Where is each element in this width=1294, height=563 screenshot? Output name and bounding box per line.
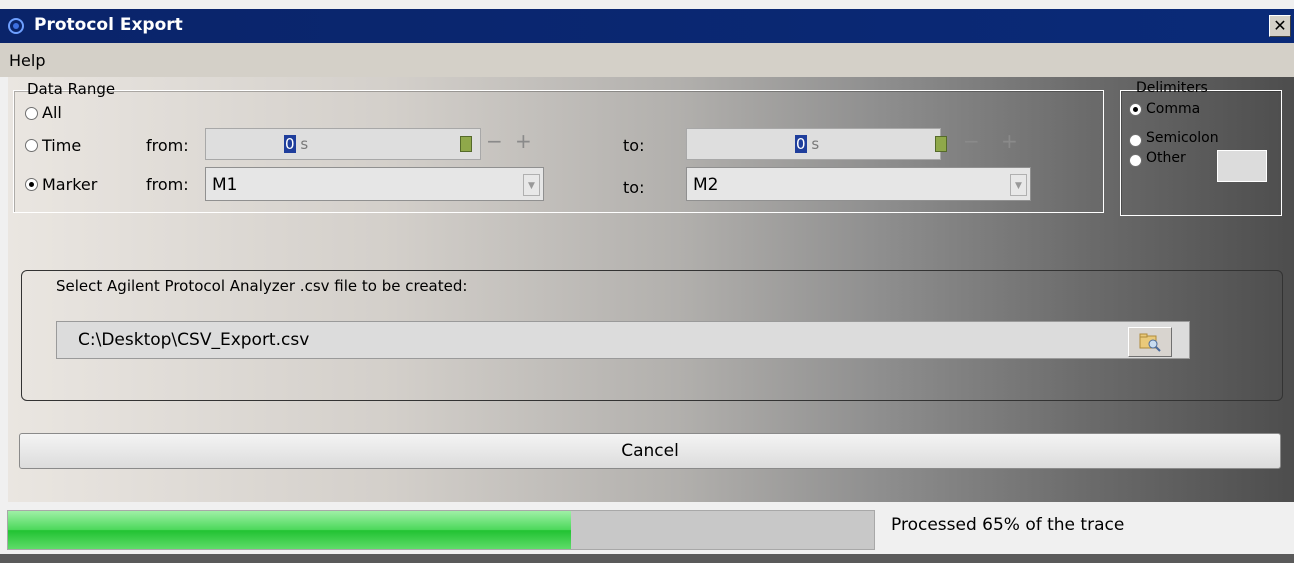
radio-comma-label: Comma bbox=[1146, 101, 1201, 117]
marker-from-value: M1 bbox=[212, 175, 238, 195]
progress-fill bbox=[8, 511, 571, 549]
radio-all-label: All bbox=[42, 103, 62, 122]
time-to-calculator-icon[interactable] bbox=[935, 136, 947, 152]
time-to-unit: s bbox=[811, 135, 820, 153]
time-from-label: from: bbox=[146, 136, 189, 155]
radio-time-label: Time bbox=[42, 136, 82, 155]
chevron-down-icon[interactable]: ▼ bbox=[1010, 174, 1027, 196]
title-bar: Protocol Export ✕ bbox=[0, 9, 1294, 43]
radio-semicolon-label: Semicolon bbox=[1146, 130, 1219, 146]
browse-button[interactable] bbox=[1128, 327, 1172, 357]
close-button[interactable]: ✕ bbox=[1269, 15, 1291, 37]
progress-bar bbox=[7, 510, 875, 550]
close-icon: ✕ bbox=[1273, 16, 1287, 35]
radio-other[interactable] bbox=[1129, 154, 1142, 167]
radio-other-label: Other bbox=[1146, 150, 1186, 166]
time-from-plus-icon[interactable]: + bbox=[515, 129, 532, 153]
time-from-unit: s bbox=[300, 135, 309, 153]
radio-comma[interactable] bbox=[1129, 103, 1142, 116]
radio-marker[interactable] bbox=[25, 178, 38, 191]
chevron-down-icon[interactable]: ▼ bbox=[523, 174, 540, 196]
status-bar: Processed 65% of the trace bbox=[0, 502, 1294, 554]
menu-help[interactable]: Help bbox=[9, 51, 45, 70]
status-text: Processed 65% of the trace bbox=[891, 515, 1125, 535]
window-title: Protocol Export bbox=[34, 15, 183, 35]
window-bottom-edge bbox=[0, 554, 1294, 563]
marker-to-select[interactable]: M2 ▼ bbox=[686, 167, 1031, 201]
marker-from-select[interactable]: M1 ▼ bbox=[205, 167, 544, 201]
file-path-value: C:\Desktop\CSV_Export.csv bbox=[78, 330, 310, 350]
radio-marker-label: Marker bbox=[42, 175, 98, 194]
file-path-input[interactable]: C:\Desktop\CSV_Export.csv bbox=[56, 321, 1190, 359]
radio-semicolon[interactable] bbox=[1129, 134, 1142, 147]
delimiters-legend: Delimiters bbox=[1136, 80, 1208, 96]
app-icon bbox=[8, 18, 24, 34]
time-to-value: 0 bbox=[795, 135, 807, 153]
dialog-content: Data Range All Time from: 0 s − + to: 0 … bbox=[8, 77, 1294, 502]
marker-to-value: M2 bbox=[693, 175, 719, 195]
time-from-calculator-icon[interactable] bbox=[460, 136, 472, 152]
time-from-minus-icon[interactable]: − bbox=[486, 129, 503, 153]
time-to-plus-icon[interactable]: + bbox=[1001, 129, 1018, 153]
data-range-legend: Data Range bbox=[27, 80, 116, 98]
marker-to-label: to: bbox=[623, 178, 645, 197]
time-from-input[interactable]: 0 s bbox=[205, 128, 481, 160]
time-to-input[interactable]: 0 s bbox=[686, 128, 941, 160]
time-from-value: 0 bbox=[284, 135, 296, 153]
file-prompt: Select Agilent Protocol Analyzer .csv fi… bbox=[56, 277, 468, 295]
cancel-button[interactable]: Cancel bbox=[19, 433, 1281, 469]
folder-search-icon bbox=[1139, 333, 1161, 352]
time-to-label: to: bbox=[623, 136, 645, 155]
time-to-minus-icon[interactable]: − bbox=[963, 129, 980, 153]
menu-bar: Help bbox=[0, 43, 1294, 77]
other-delimiter-input[interactable] bbox=[1217, 150, 1267, 182]
radio-time[interactable] bbox=[25, 139, 38, 152]
radio-all[interactable] bbox=[25, 107, 38, 120]
marker-from-label: from: bbox=[146, 175, 189, 194]
